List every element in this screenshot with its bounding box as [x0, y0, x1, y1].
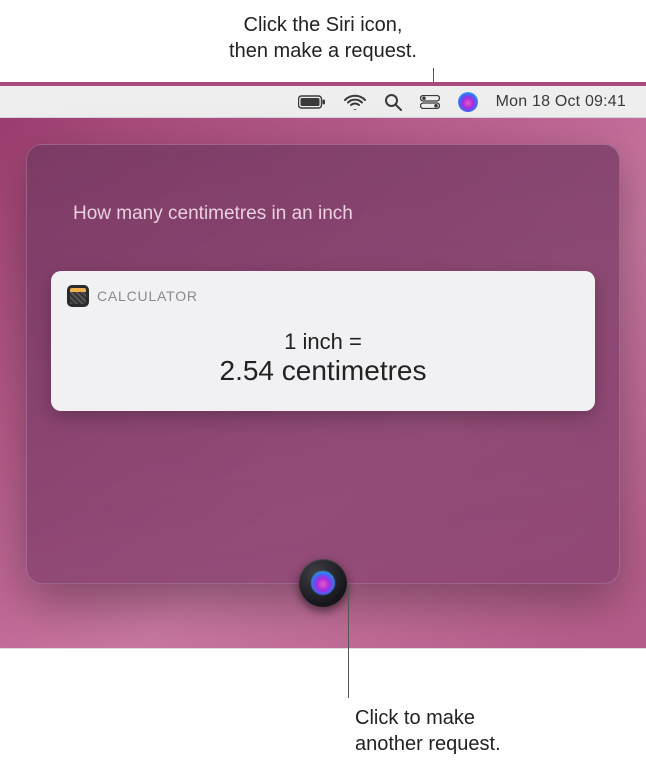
- siri-query-text: How many centimetres in an inch: [51, 203, 595, 225]
- answer-app-label: CALCULATOR: [97, 288, 198, 304]
- annotation-top-line1: Click the Siri icon,: [0, 12, 646, 38]
- control-center-icon[interactable]: [420, 95, 440, 109]
- answer-line-1: 1 inch =: [67, 329, 579, 355]
- annotation-top: Click the Siri icon, then make a request…: [0, 12, 646, 84]
- battery-icon[interactable]: [298, 95, 326, 109]
- calculator-icon: [67, 285, 89, 307]
- siri-answer-card[interactable]: CALCULATOR 1 inch = 2.54 centimetres: [51, 271, 595, 411]
- siri-orb-icon: [311, 571, 335, 595]
- callout-line-bottom: [348, 586, 349, 698]
- answer-card-header: CALCULATOR: [67, 285, 579, 307]
- menubar-region: Mon 18 Oct 09:41: [0, 82, 646, 118]
- wifi-icon[interactable]: [344, 94, 366, 110]
- annotation-bottom-line1: Click to make: [355, 705, 501, 731]
- desktop-wallpaper: How many centimetres in an inch CALCULAT…: [0, 118, 646, 648]
- annotation-bottom-line2: another request.: [355, 731, 501, 757]
- menubar: Mon 18 Oct 09:41: [0, 86, 646, 118]
- spotlight-icon[interactable]: [384, 93, 402, 111]
- siri-listen-button[interactable]: [299, 559, 347, 607]
- annotation-top-line2: then make a request.: [0, 38, 646, 64]
- menubar-datetime[interactable]: Mon 18 Oct 09:41: [496, 93, 626, 111]
- divider: [0, 648, 646, 649]
- siri-panel: How many centimetres in an inch CALCULAT…: [26, 144, 620, 584]
- annotation-bottom: Click to make another request.: [355, 705, 501, 757]
- answer-line-2: 2.54 centimetres: [67, 355, 579, 387]
- siri-menubar-icon[interactable]: [458, 92, 478, 112]
- answer-text-block: 1 inch = 2.54 centimetres: [67, 329, 579, 387]
